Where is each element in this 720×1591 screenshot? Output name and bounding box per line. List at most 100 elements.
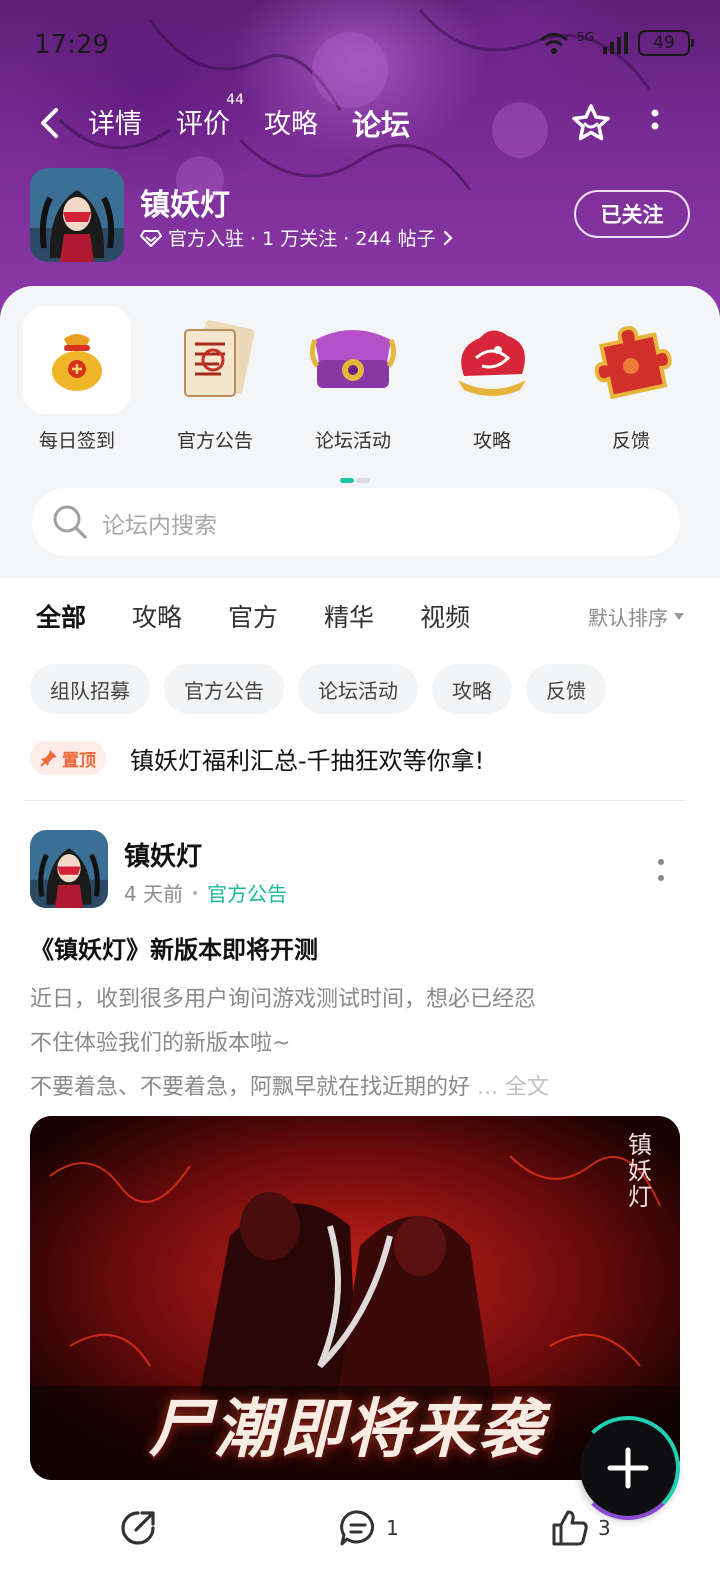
chip-feedback[interactable]: 反馈 — [526, 664, 606, 714]
comment-count: 1 — [386, 1516, 399, 1540]
forum-content: 每日签到 官方公告 论坛活动 攻略 反馈 论坛内搜索 全部 攻略 官方 精华 视… — [0, 286, 720, 1591]
post-time: 4 天前 — [124, 882, 184, 906]
forum-search-bar[interactable]: 论坛内搜索 — [32, 488, 680, 556]
sort-dropdown[interactable]: 默认排序 — [588, 602, 684, 631]
post-title: 《镇妖灯》新版本即将开测 — [30, 936, 318, 964]
like-count: 3 — [598, 1516, 611, 1540]
quick-entries: 每日签到 官方公告 论坛活动 攻略 反馈 — [0, 306, 720, 483]
pinned-badge: 置顶 — [30, 741, 106, 775]
more-options-icon[interactable] — [643, 106, 667, 140]
forum-entry-area: 每日签到 官方公告 论坛活动 攻略 反馈 论坛内搜索 — [0, 286, 720, 578]
filter-tab-all[interactable]: 全部 — [36, 598, 87, 638]
chevron-right-icon — [443, 230, 453, 245]
game-icon[interactable] — [30, 168, 124, 262]
quick-entry-art — [299, 306, 407, 414]
quick-entry-forum-events[interactable]: 论坛活动 — [298, 306, 408, 453]
post-category-tag[interactable]: 官方公告 — [207, 878, 287, 907]
filter-tab-official[interactable]: 官方 — [228, 598, 278, 634]
like-button[interactable]: 3 — [550, 1508, 611, 1548]
post-more-icon[interactable] — [656, 858, 666, 882]
chip-team-recruit[interactable]: 组队招募 — [30, 664, 150, 714]
lucky-bag-icon — [52, 334, 102, 391]
quick-entry-feedback[interactable]: 反馈 — [576, 306, 686, 453]
share-icon — [121, 1511, 155, 1545]
search-placeholder: 论坛内搜索 — [102, 513, 217, 539]
filter-tab-guides[interactable]: 攻略 — [132, 598, 182, 634]
chip-guides[interactable]: 攻略 — [432, 664, 512, 714]
game-meta-text: 官方入驻 · 1 万关注 · 244 帖子 — [168, 228, 436, 250]
pinned-badge-label: 置顶 — [62, 750, 96, 771]
indicator-inactive — [356, 478, 370, 483]
pinned-post[interactable]: 置顶 镇妖灯福利汇总-千抽狂欢等你拿! — [30, 738, 690, 778]
carousel-indicator — [340, 478, 370, 483]
post-meta: 4 天前 官方公告 — [124, 878, 287, 907]
dragon-emblem-icon — [458, 330, 526, 396]
signal-icon — [603, 32, 628, 54]
tab-reviews[interactable]: 评价 44 — [176, 92, 244, 144]
favorite-star-icon[interactable] — [570, 102, 612, 144]
author-name[interactable]: 镇妖灯 — [124, 836, 202, 873]
battery-indicator: 49 — [638, 30, 694, 56]
back-arrow-icon[interactable] — [34, 106, 68, 140]
share-button[interactable] — [118, 1508, 158, 1548]
tab-reviews-label: 评价 — [176, 109, 230, 140]
filter-tab-featured[interactable]: 精华 — [324, 598, 374, 634]
scroll-icon — [184, 320, 255, 397]
quick-entry-announcement[interactable]: 官方公告 — [160, 306, 270, 453]
read-full-link[interactable]: ... 全文 — [477, 1075, 549, 1100]
quick-entry-label: 官方公告 — [176, 430, 253, 452]
tab-details[interactable]: 详情 — [88, 102, 142, 144]
filter-tab-video[interactable]: 视频 — [420, 598, 470, 634]
quick-entry-art — [577, 306, 685, 414]
game-avatar-icon — [30, 168, 124, 262]
search-icon — [53, 505, 87, 539]
thumbs-up-icon — [552, 1510, 588, 1546]
network-type-label: 5G — [577, 30, 594, 44]
top-navigation: 详情 评价 44 攻略 论坛 — [0, 92, 720, 156]
follow-button[interactable]: 已关注 — [574, 190, 690, 238]
game-title: 镇妖灯 — [140, 188, 230, 223]
post-excerpt-line: 不住体验我们的新版本啦~ — [30, 1031, 291, 1056]
quick-entry-daily-checkin[interactable]: 每日签到 — [22, 306, 132, 453]
post-excerpt-line: 不要着急、不要着急，阿飘早就在找近期的好 ... 全文 — [30, 1066, 680, 1110]
indicator-active — [340, 478, 354, 483]
post-cover-image[interactable]: 尸潮即将来袭 镇妖灯 — [30, 1116, 680, 1480]
comment-icon — [340, 1510, 374, 1546]
post-excerpt: 近日，收到很多用户询问游戏测试时间，想必已经忍 不住体验我们的新版本啦~ 不要着… — [30, 978, 680, 1110]
treasure-chest-icon — [309, 330, 397, 388]
author-avatar-icon — [30, 830, 108, 908]
game-info: 镇妖灯 官方入驻 · 1 万关注 · 244 帖子 已关注 — [30, 168, 690, 264]
pin-icon — [40, 750, 57, 767]
quick-entry-label: 每日签到 — [38, 430, 115, 452]
quick-entry-art — [438, 306, 546, 414]
post-filter-tabs: 全部 攻略 官方 精华 视频 — [36, 598, 470, 638]
quick-entry-label: 反馈 — [611, 430, 650, 452]
post-actions: 1 3 — [0, 1486, 720, 1576]
topic-chips: 组队招募 官方公告 论坛活动 攻略 反馈 — [30, 664, 606, 714]
post-excerpt-text: 不要着急、不要着急，阿飘早就在找近期的好 — [30, 1075, 471, 1100]
status-icons: 5G 49 — [539, 30, 694, 56]
caret-down-icon — [674, 613, 684, 620]
divider — [24, 800, 686, 801]
quick-entry-label: 攻略 — [472, 430, 511, 452]
chip-announcement[interactable]: 官方公告 — [164, 664, 284, 714]
sort-label: 默认排序 — [588, 606, 668, 630]
tab-guides[interactable]: 攻略 — [264, 102, 318, 144]
nav-tabs: 详情 评价 44 攻略 论坛 — [88, 92, 411, 148]
pinned-post-title: 镇妖灯福利汇总-千抽狂欢等你拿! — [130, 746, 485, 775]
quick-entry-label: 论坛活动 — [314, 430, 391, 452]
quick-entry-art — [161, 306, 269, 414]
tab-forum[interactable]: 论坛 — [352, 102, 411, 148]
meta-separator — [193, 890, 198, 895]
avatar[interactable] — [30, 830, 108, 908]
game-meta[interactable]: 官方入驻 · 1 万关注 · 244 帖子 — [140, 224, 454, 251]
post-excerpt-line: 近日，收到很多用户询问游戏测试时间，想必已经忍 — [30, 987, 537, 1012]
quick-entry-guides[interactable]: 攻略 — [437, 306, 547, 453]
chip-forum-events[interactable]: 论坛活动 — [298, 664, 418, 714]
comment-button[interactable]: 1 — [338, 1508, 399, 1548]
status-time: 17:29 — [34, 30, 109, 60]
wifi-icon — [540, 33, 569, 54]
reviews-count-badge: 44 — [226, 92, 244, 108]
status-bar: 17:29 5G 49 — [0, 0, 720, 92]
cover-caption: 尸潮即将来袭 — [148, 1392, 544, 1467]
